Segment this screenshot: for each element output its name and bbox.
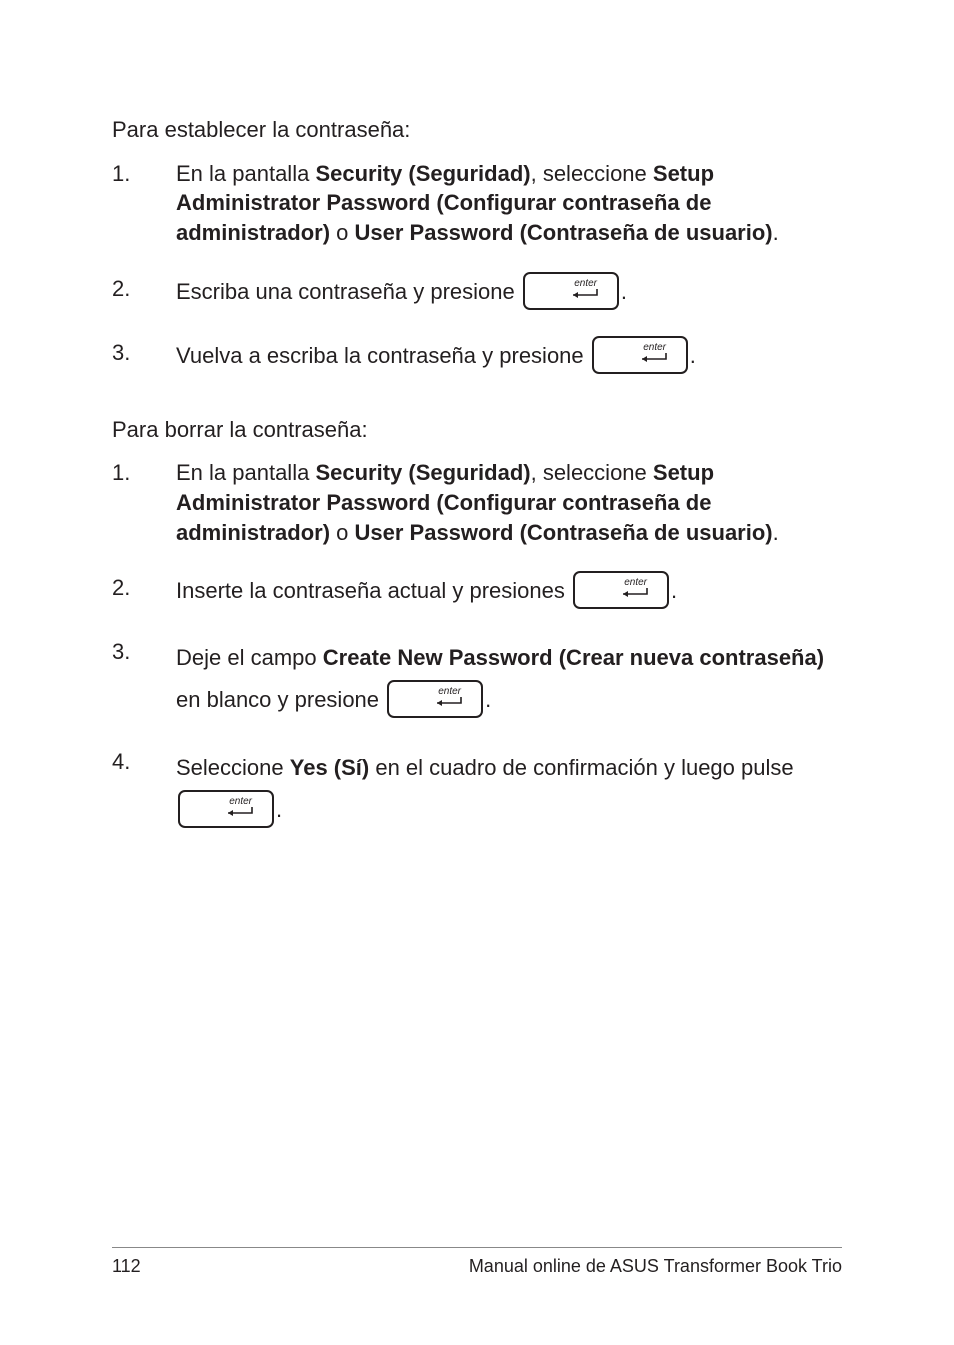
text-fragment: Deje el campo <box>176 645 323 670</box>
text-fragment: en el cuadro de confirmación y luego pul… <box>369 755 793 780</box>
bold-text: Create New Password (Crear nueva contras… <box>323 645 824 670</box>
list-item: 4. Seleccione Yes (Sí) en el cuadro de c… <box>112 747 842 831</box>
footer-divider <box>112 1247 842 1248</box>
enter-key-icon: enter <box>523 272 619 310</box>
text-fragment: o <box>330 520 354 545</box>
enter-key-icon: enter <box>178 790 274 828</box>
svg-text:enter: enter <box>438 686 461 697</box>
footer-title: Manual online de ASUS Transformer Book T… <box>469 1256 842 1277</box>
enter-key-icon: enter <box>387 680 483 718</box>
list-item: 2. Escriba una contraseña y presione ent… <box>112 274 842 312</box>
item-number: 2. <box>112 573 176 611</box>
item-body: Vuelva a escriba la contraseña y presion… <box>176 338 842 376</box>
item-body: Escriba una contraseña y presione enter. <box>176 274 842 312</box>
enter-key-icon: enter <box>573 571 669 609</box>
section2-list: 1. En la pantalla Security (Seguridad), … <box>112 458 842 830</box>
list-item: 2. Inserte la contraseña actual y presio… <box>112 573 842 611</box>
text-fragment: Seleccione <box>176 755 290 780</box>
text-fragment: , seleccione <box>531 460 653 485</box>
enter-key-icon: enter <box>592 336 688 374</box>
text-fragment: , seleccione <box>531 161 653 186</box>
text-fragment: Escriba una contraseña y presione <box>176 278 521 303</box>
bold-text: User Password (Contraseña de usuario) <box>355 220 773 245</box>
text-fragment: . <box>671 578 677 603</box>
text-fragment: . <box>276 797 282 822</box>
page-number: 112 <box>112 1256 141 1277</box>
list-item: 1. En la pantalla Security (Seguridad), … <box>112 458 842 547</box>
item-number: 2. <box>112 274 176 312</box>
item-number: 4. <box>112 747 176 831</box>
list-item: 3. Deje el campo Create New Password (Cr… <box>112 637 842 721</box>
item-body: En la pantalla Security (Seguridad), sel… <box>176 159 842 248</box>
svg-text:enter: enter <box>229 796 252 807</box>
text-fragment: o <box>330 220 354 245</box>
text-fragment: . <box>485 687 491 712</box>
item-number: 3. <box>112 637 176 721</box>
svg-text:enter: enter <box>624 577 647 588</box>
item-body: Inserte la contraseña actual y presiones… <box>176 573 842 611</box>
text-fragment: Inserte la contraseña actual y presiones <box>176 578 571 603</box>
bold-text: User Password (Contraseña de usuario) <box>355 520 773 545</box>
text-fragment: En la pantalla <box>176 161 315 186</box>
bold-text: Security (Seguridad) <box>315 460 530 485</box>
item-body: En la pantalla Security (Seguridad), sel… <box>176 458 842 547</box>
section2-heading: Para borrar la contraseña: <box>112 416 842 445</box>
text-fragment: . <box>690 342 696 367</box>
text-fragment: . <box>773 220 779 245</box>
bold-text: Security (Seguridad) <box>315 161 530 186</box>
list-item: 1. En la pantalla Security (Seguridad), … <box>112 159 842 248</box>
svg-text:enter: enter <box>574 278 597 289</box>
item-body: Seleccione Yes (Sí) en el cuadro de conf… <box>176 747 842 831</box>
text-fragment: . <box>621 278 627 303</box>
item-number: 1. <box>112 159 176 248</box>
svg-text:enter: enter <box>643 342 666 353</box>
bold-text: Yes (Sí) <box>290 755 369 780</box>
text-fragment: Vuelva a escriba la contraseña y presion… <box>176 342 590 367</box>
item-number: 1. <box>112 458 176 547</box>
text-fragment: . <box>773 520 779 545</box>
section1-heading: Para establecer la contraseña: <box>112 116 842 145</box>
item-number: 3. <box>112 338 176 376</box>
section1-list: 1. En la pantalla Security (Seguridad), … <box>112 159 842 376</box>
item-body: Deje el campo Create New Password (Crear… <box>176 637 842 721</box>
list-item: 3. Vuelva a escriba la contraseña y pres… <box>112 338 842 376</box>
page-footer: 112 Manual online de ASUS Transformer Bo… <box>112 1247 842 1277</box>
text-fragment: En la pantalla <box>176 460 315 485</box>
text-fragment: en blanco y presione <box>176 687 385 712</box>
